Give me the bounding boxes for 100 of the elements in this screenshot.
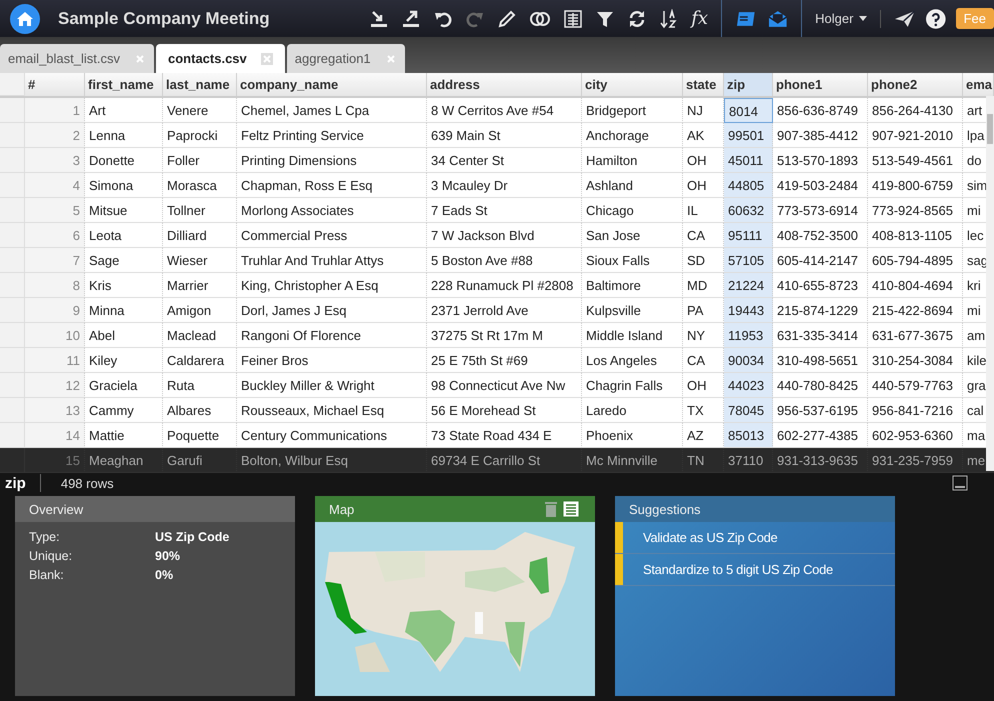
- table-cell: Anchorage: [582, 123, 683, 148]
- file-tab[interactable]: aggregation1: [286, 44, 405, 73]
- table-cell: 25 E 75th St #69: [427, 348, 582, 373]
- table-cell: 78045: [724, 398, 773, 423]
- trash-icon[interactable]: [544, 501, 558, 517]
- column-header[interactable]: zip: [724, 73, 773, 96]
- table-cell: Amigon: [163, 298, 237, 323]
- export-icon[interactable]: [401, 8, 422, 28]
- table-cell: Albares: [163, 398, 237, 423]
- table-cell: Graciela: [85, 373, 163, 398]
- table-cell: 605-794-4895: [868, 248, 963, 273]
- close-icon[interactable]: [384, 52, 397, 64]
- table-cell: Rangoni Of Florence: [237, 323, 427, 348]
- close-icon[interactable]: [134, 52, 146, 64]
- column-header[interactable]: company_name: [237, 73, 427, 96]
- table-cell: 631-335-3414: [773, 323, 868, 348]
- table-cell: Buckley Miller & Wright: [237, 373, 427, 398]
- table-cell: Bridgeport: [582, 98, 683, 123]
- table-cell: 419-503-2484: [773, 173, 868, 198]
- table-cell: 408-752-3500: [773, 223, 868, 248]
- paper-plane-icon[interactable]: [894, 8, 916, 28]
- table-cell: Morasca: [163, 173, 237, 198]
- table-cell: 15: [25, 448, 85, 473]
- scrollbar[interactable]: [986, 96, 994, 471]
- help-icon[interactable]: [926, 8, 946, 28]
- column-header[interactable]: last_name: [163, 73, 237, 96]
- mail-icon[interactable]: [766, 8, 788, 28]
- stat-label: Blank:: [29, 568, 65, 582]
- column-header[interactable]: phone1: [773, 73, 868, 96]
- table-cell: Baltimore: [582, 273, 683, 298]
- table-cell: Kris: [85, 273, 163, 298]
- table-cell: 956-537-6195: [773, 398, 868, 423]
- table-cell: 11953: [724, 323, 773, 348]
- table-cell: Morlong Associates: [237, 198, 427, 223]
- close-icon[interactable]: [260, 52, 273, 64]
- table-cell: Simona: [85, 173, 163, 198]
- table-cell: 9: [25, 298, 85, 323]
- table-cell: 956-841-7216: [868, 398, 963, 423]
- table-cell: 60632: [724, 198, 773, 223]
- table-cell: Los Angeles: [582, 348, 683, 373]
- table-cell: Abel: [85, 323, 163, 348]
- suggestion-item[interactable]: Validate as US Zip Code: [615, 522, 895, 554]
- file-tab[interactable]: email_blast_list.csv: [0, 44, 154, 73]
- home-icon[interactable]: [10, 4, 40, 34]
- list-icon[interactable]: [563, 501, 579, 517]
- table-cell: 7 W Jackson Blvd: [427, 223, 582, 248]
- panel-title: Suggestions: [629, 502, 701, 516]
- table-cell: 440-780-8425: [773, 373, 868, 398]
- user-menu[interactable]: Holger: [815, 11, 868, 26]
- table-cell: 931-313-9635: [773, 448, 868, 473]
- table-cell: Feiner Bros: [237, 348, 427, 373]
- table-cell: 513-549-4561: [868, 148, 963, 173]
- table-cell: Dorl, James J Esq: [237, 298, 427, 323]
- pencil-icon[interactable]: [497, 8, 518, 28]
- table-cell: 5: [25, 198, 85, 223]
- column-header[interactable]: first_name: [85, 73, 163, 96]
- table-cell: Lenna: [85, 123, 163, 148]
- table-cell: Kulpsville: [582, 298, 683, 323]
- minimize-icon[interactable]: [952, 475, 968, 491]
- table-cell: Sage: [85, 248, 163, 273]
- table-cell: Tollner: [163, 198, 237, 223]
- table-cell: Commercial Press: [237, 223, 427, 248]
- table-cell: 2: [25, 123, 85, 148]
- table-cell: Laredo: [582, 398, 683, 423]
- table-cell: 11: [25, 348, 85, 373]
- field-name: zip: [5, 474, 26, 492]
- table-cell: Kiley: [85, 348, 163, 373]
- row-count: 498 rows: [60, 476, 114, 490]
- table-cell: Chapman, Ross E Esq: [237, 173, 427, 198]
- table-cell: Dilliard: [163, 223, 237, 248]
- row-marker[interactable]: [0, 448, 25, 473]
- column-header[interactable]: address: [427, 73, 582, 96]
- table-cell: 419-800-6759: [868, 173, 963, 198]
- table-cell: Foller: [163, 148, 237, 173]
- column-header[interactable]: #: [25, 73, 85, 96]
- table-cell: Truhlar And Truhlar Attys: [237, 248, 427, 273]
- table-cell: 45011: [724, 148, 773, 173]
- import-icon[interactable]: [369, 8, 390, 28]
- suggestion-item[interactable]: Standardize to 5 digit US Zip Code: [615, 554, 895, 586]
- table-cell: 856-636-8749: [773, 98, 868, 123]
- table-cell: 34 Center St: [427, 148, 582, 173]
- table-cell: 228 Runamuck Pl #2808: [427, 273, 582, 298]
- columns-icon[interactable]: [563, 8, 584, 28]
- table-cell: Chicago: [582, 198, 683, 223]
- table-cell: Bolton, Wilbur Esq: [237, 448, 427, 473]
- formula-button[interactable]: fx: [691, 8, 708, 29]
- table-cell: 773-924-8565: [868, 198, 963, 223]
- project-title: Sample Company Meeting: [58, 8, 271, 28]
- table-cell: 310-254-3084: [868, 348, 963, 373]
- table-cell: 44805: [724, 173, 773, 198]
- table-cell: 14: [25, 423, 85, 448]
- table-cell: 44023: [724, 373, 773, 398]
- file-tab[interactable]: contacts.csv: [156, 44, 285, 73]
- column-header[interactable]: phone2: [868, 73, 963, 96]
- table-cell: 69734 E Carrillo St: [427, 448, 582, 473]
- table-cell: 410-655-8723: [773, 273, 868, 298]
- column-header[interactable]: city: [582, 73, 683, 96]
- table-cell: 6: [25, 223, 85, 248]
- table-cell: 19443: [724, 298, 773, 323]
- table-cell: Mc Minnville: [582, 448, 683, 473]
